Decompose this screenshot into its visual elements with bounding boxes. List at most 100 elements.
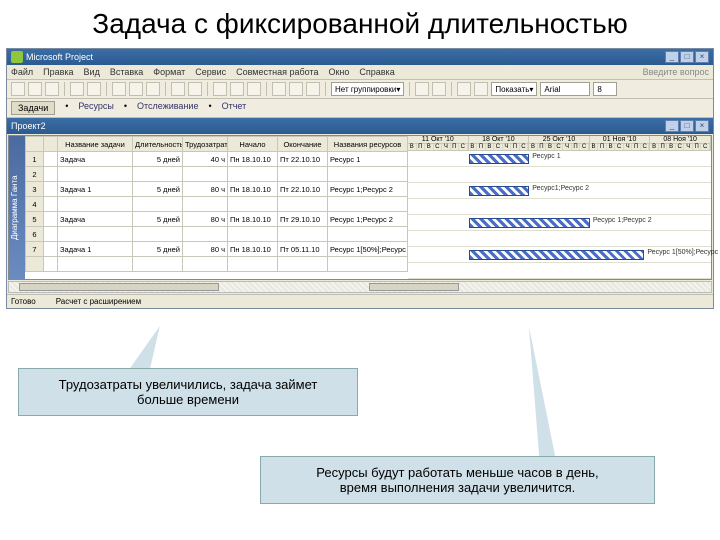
table-row[interactable]: 1Задача5 дней40 чПн 18.10.10Пт 22.10.10Р… <box>26 152 408 167</box>
doc-close-button[interactable]: × <box>695 120 709 132</box>
app-logo-icon <box>11 51 23 63</box>
indent-icon[interactable] <box>474 82 488 96</box>
outdent-icon[interactable] <box>457 82 471 96</box>
col-resources[interactable]: Названия ресурсов <box>328 137 408 152</box>
redo-icon[interactable] <box>188 82 202 96</box>
gantt-row: Ресурс1;Ресурс 2 <box>408 183 711 199</box>
app-window: Microsoft Project _ □ × Файл Правка Вид … <box>6 48 714 309</box>
table-row[interactable]: 4 <box>26 197 408 212</box>
doc-title-bar: Проект2 _ □ × <box>7 118 713 134</box>
corner-cell <box>26 137 44 152</box>
timescale-week: 01 Ноя '10ВПВСЧПС <box>590 136 651 150</box>
doc-max-button[interactable]: □ <box>680 120 694 132</box>
help-search[interactable]: Введите вопрос <box>643 67 709 77</box>
gantt-row: Ресурс 1[50%];Ресурс 2[50%] <box>408 247 711 263</box>
callout-workload: Трудозатраты увеличились, задача займет … <box>18 368 358 416</box>
gantt-chart[interactable]: 11 Окт '10ВПВСЧПС18 Окт '10ВПВСЧПС25 Окт… <box>408 136 711 279</box>
gantt-row: Ресурс 1;Ресурс 2 <box>408 215 711 231</box>
table-row[interactable]: 6 <box>26 227 408 242</box>
app-title: Microsoft Project <box>26 52 93 62</box>
view-link-tracking[interactable]: Отслеживание <box>137 101 198 115</box>
table-row[interactable]: 7Задача 15 дней80 чПн 18.10.10Пт 05.11.1… <box>26 242 408 257</box>
show-combo[interactable]: Показать▾ <box>491 82 537 96</box>
preview-icon[interactable] <box>87 82 101 96</box>
group-combo[interactable]: Нет группировки ▾ <box>331 82 404 96</box>
unlink-icon[interactable] <box>230 82 244 96</box>
gantt-bar[interactable] <box>469 250 645 260</box>
work-area: Диаграмма Ганта Название задачи Длительн… <box>8 135 712 280</box>
print-icon[interactable] <box>70 82 84 96</box>
view-tab-tasks[interactable]: Задачи <box>11 101 55 115</box>
col-finish[interactable]: Окончание <box>278 137 328 152</box>
notes-icon[interactable] <box>289 82 303 96</box>
paste-icon[interactable] <box>146 82 160 96</box>
menu-bar: Файл Правка Вид Вставка Формат Сервис Со… <box>7 65 713 80</box>
callout-pointer-2 <box>521 326 555 456</box>
gantt-bar[interactable] <box>469 154 530 164</box>
table-row[interactable]: 2 <box>26 167 408 182</box>
callout-resources: Ресурсы будут работать меньше часов в де… <box>260 456 655 504</box>
scroll-thumb-left[interactable] <box>19 283 219 291</box>
gantt-bar-label: Ресурс 1 <box>532 153 560 160</box>
cut-icon[interactable] <box>112 82 126 96</box>
save-icon[interactable] <box>45 82 59 96</box>
menu-tools[interactable]: Сервис <box>195 67 226 77</box>
status-bar: Готово Расчет с расширением <box>7 294 713 308</box>
view-link-resources[interactable]: Ресурсы <box>78 101 114 115</box>
table-row[interactable]: 5Задача5 дней80 чПн 18.10.10Пт 29.10.10Р… <box>26 212 408 227</box>
col-start[interactable]: Начало <box>228 137 278 152</box>
h-scrollbar[interactable] <box>8 281 712 293</box>
assign-icon[interactable] <box>306 82 320 96</box>
status-ext: Расчет с расширением <box>56 297 141 306</box>
timescale-week: 08 Ноя '10ВПВСЧПС <box>650 136 711 150</box>
menu-view[interactable]: Вид <box>84 67 100 77</box>
col-indicator[interactable] <box>44 137 58 152</box>
table-row[interactable]: 3Задача 15 дней80 чПн 18.10.10Пт 22.10.1… <box>26 182 408 197</box>
split-icon[interactable] <box>247 82 261 96</box>
scroll-thumb-right[interactable] <box>369 283 459 291</box>
zoom-in-icon[interactable] <box>415 82 429 96</box>
menu-format[interactable]: Формат <box>153 67 185 77</box>
col-work[interactable]: Трудозатраты <box>183 137 228 152</box>
gantt-side-tab[interactable]: Диаграмма Ганта <box>9 136 25 279</box>
menu-collab[interactable]: Совместная работа <box>236 67 318 77</box>
link-icon[interactable] <box>213 82 227 96</box>
gantt-bar-label: Ресурс1;Ресурс 2 <box>532 185 589 192</box>
task-grid[interactable]: Название задачи Длительность Трудозатрат… <box>25 136 408 279</box>
col-duration[interactable]: Длительность <box>133 137 183 152</box>
slide-title: Задача с фиксированной длительностью <box>0 0 720 44</box>
zoom-out-icon[interactable] <box>432 82 446 96</box>
gantt-row <box>408 167 711 183</box>
timescale-week: 25 Окт '10ВПВСЧПС <box>529 136 590 150</box>
timescale-week: 11 Окт '10ВПВСЧПС <box>408 136 469 150</box>
view-bar: Задачи • Ресурсы • Отслеживание • Отчет <box>7 99 713 118</box>
menu-help[interactable]: Справка <box>359 67 394 77</box>
callout-pointer-1 <box>130 326 170 368</box>
gantt-row <box>408 263 711 279</box>
menu-file[interactable]: Файл <box>11 67 33 77</box>
doc-min-button[interactable]: _ <box>665 120 679 132</box>
close-button[interactable]: × <box>695 51 709 63</box>
gantt-row <box>408 199 711 215</box>
copy-icon[interactable] <box>129 82 143 96</box>
undo-icon[interactable] <box>171 82 185 96</box>
new-icon[interactable] <box>11 82 25 96</box>
minimize-button[interactable]: _ <box>665 51 679 63</box>
size-combo[interactable]: 8 <box>593 82 617 96</box>
view-link-report[interactable]: Отчет <box>222 101 247 115</box>
col-taskname[interactable]: Название задачи <box>58 137 133 152</box>
menu-window[interactable]: Окно <box>328 67 349 77</box>
app-title-bar: Microsoft Project _ □ × <box>7 49 713 65</box>
gantt-bar-label: Ресурс 1[50%];Ресурс 2[50%] <box>647 249 720 256</box>
gantt-bar[interactable] <box>469 186 530 196</box>
open-icon[interactable] <box>28 82 42 96</box>
font-combo[interactable]: Arial <box>540 82 590 96</box>
info-icon[interactable] <box>272 82 286 96</box>
gantt-bar[interactable] <box>469 218 590 228</box>
maximize-button[interactable]: □ <box>680 51 694 63</box>
menu-insert[interactable]: Вставка <box>110 67 143 77</box>
toolbar-1: Нет группировки ▾ Показать▾ Arial 8 <box>7 80 713 99</box>
gantt-row: Ресурс 1 <box>408 151 711 167</box>
menu-edit[interactable]: Правка <box>43 67 73 77</box>
doc-title: Проект2 <box>11 121 46 131</box>
